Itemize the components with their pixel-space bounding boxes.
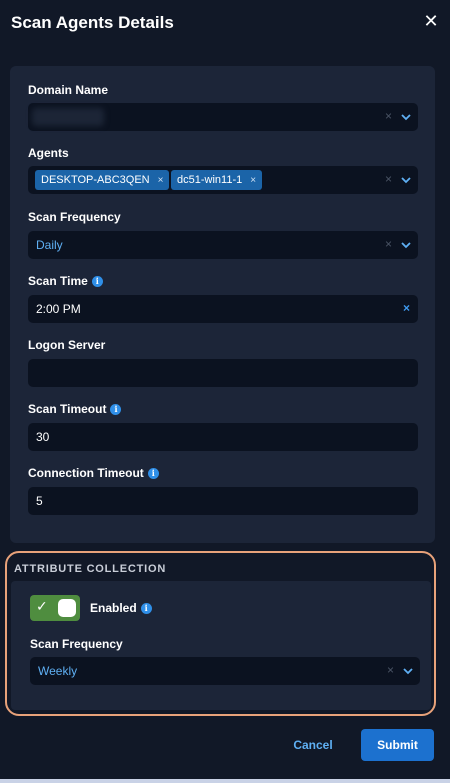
connection-timeout-value: 5 [36, 494, 43, 508]
agents-label: Agents [28, 146, 69, 160]
agents-label-text: Agents [28, 146, 69, 160]
agent-chip-label: DESKTOP-ABC3QEN [41, 174, 150, 186]
info-icon[interactable]: i [147, 467, 159, 479]
scan-frequency-select[interactable]: Daily × [28, 231, 418, 259]
domain-name-select[interactable]: × [28, 103, 418, 131]
dialog-title: Scan Agents Details [11, 13, 174, 32]
agents-multiselect[interactable]: DESKTOP-ABC3QEN × dc51-win11-1 × × [28, 166, 418, 194]
attr-scan-frequency-label-text: Scan Frequency [30, 637, 123, 651]
close-icon[interactable]: ✕ [422, 12, 440, 30]
agent-chip: dc51-win11-1 × [171, 170, 263, 190]
dialog-header: Scan Agents Details ✕ [0, 0, 450, 50]
domain-name-clear-icon[interactable]: × [385, 109, 392, 123]
scan-frequency-value: Daily [36, 238, 63, 252]
redacted-domain-value [32, 108, 104, 126]
enabled-toggle[interactable]: ✓ [30, 595, 80, 621]
agents-clear-icon[interactable]: × [385, 172, 392, 186]
scan-timeout-label: Scan Timeout i [28, 402, 122, 416]
scan-timeout-input[interactable]: 30 [28, 423, 418, 451]
chevron-down-icon[interactable] [401, 112, 411, 122]
submit-button[interactable]: Submit [361, 729, 434, 761]
chevron-down-icon[interactable] [401, 240, 411, 250]
scan-timeout-label-text: Scan Timeout [28, 402, 107, 416]
scan-frequency-label-text: Scan Frequency [28, 210, 121, 224]
connection-timeout-label: Connection Timeout i [28, 466, 159, 480]
info-icon[interactable]: i [110, 403, 122, 415]
info-icon[interactable]: i [91, 275, 103, 287]
scan-time-input[interactable]: 2:00 PM × [28, 295, 418, 323]
connection-timeout-label-text: Connection Timeout [28, 466, 144, 480]
cancel-button[interactable]: Cancel [284, 732, 342, 758]
scan-frequency-clear-icon[interactable]: × [385, 237, 392, 251]
toggle-knob [58, 599, 76, 617]
scan-frequency-label: Scan Frequency [28, 210, 121, 224]
scan-timeout-value: 30 [36, 430, 50, 444]
domain-name-label-text: Domain Name [28, 83, 109, 97]
remove-chip-icon[interactable]: × [250, 175, 256, 186]
agent-chip: DESKTOP-ABC3QEN × [35, 170, 170, 190]
scan-time-label: Scan Time i [28, 274, 103, 288]
chevron-down-icon[interactable] [403, 666, 413, 676]
enabled-label: Enabled i [90, 601, 152, 615]
scan-agents-panel: Domain Name × Agents DESKTOP-ABC3QEN × d… [10, 66, 435, 543]
enabled-label-text: Enabled [90, 601, 137, 615]
remove-chip-icon[interactable]: × [158, 175, 164, 186]
attr-scan-frequency-clear-icon[interactable]: × [387, 663, 394, 677]
scan-time-clear-icon[interactable]: × [403, 301, 410, 315]
info-icon[interactable]: i [140, 602, 152, 614]
chevron-down-icon[interactable] [401, 175, 411, 185]
agent-chip-label: dc51-win11-1 [177, 174, 243, 186]
bottom-edge [0, 779, 450, 783]
logon-server-input[interactable] [28, 359, 418, 387]
attr-scan-frequency-label: Scan Frequency [30, 637, 123, 651]
check-icon: ✓ [36, 598, 48, 614]
scan-time-label-text: Scan Time [28, 274, 88, 288]
connection-timeout-input[interactable]: 5 [28, 487, 418, 515]
attribute-collection-section: ATTRIBUTE COLLECTION ✓ Enabled i Scan Fr… [5, 551, 436, 716]
logon-server-label-text: Logon Server [28, 338, 106, 352]
scan-time-value: 2:00 PM [36, 302, 81, 316]
section-title: ATTRIBUTE COLLECTION [14, 563, 167, 575]
attr-scan-frequency-value: Weekly [38, 664, 78, 678]
logon-server-label: Logon Server [28, 338, 105, 352]
attr-scan-frequency-select[interactable]: Weekly × [30, 657, 420, 685]
attribute-collection-panel: ✓ Enabled i Scan Frequency Weekly × [11, 581, 431, 710]
domain-name-label: Domain Name [28, 83, 108, 97]
